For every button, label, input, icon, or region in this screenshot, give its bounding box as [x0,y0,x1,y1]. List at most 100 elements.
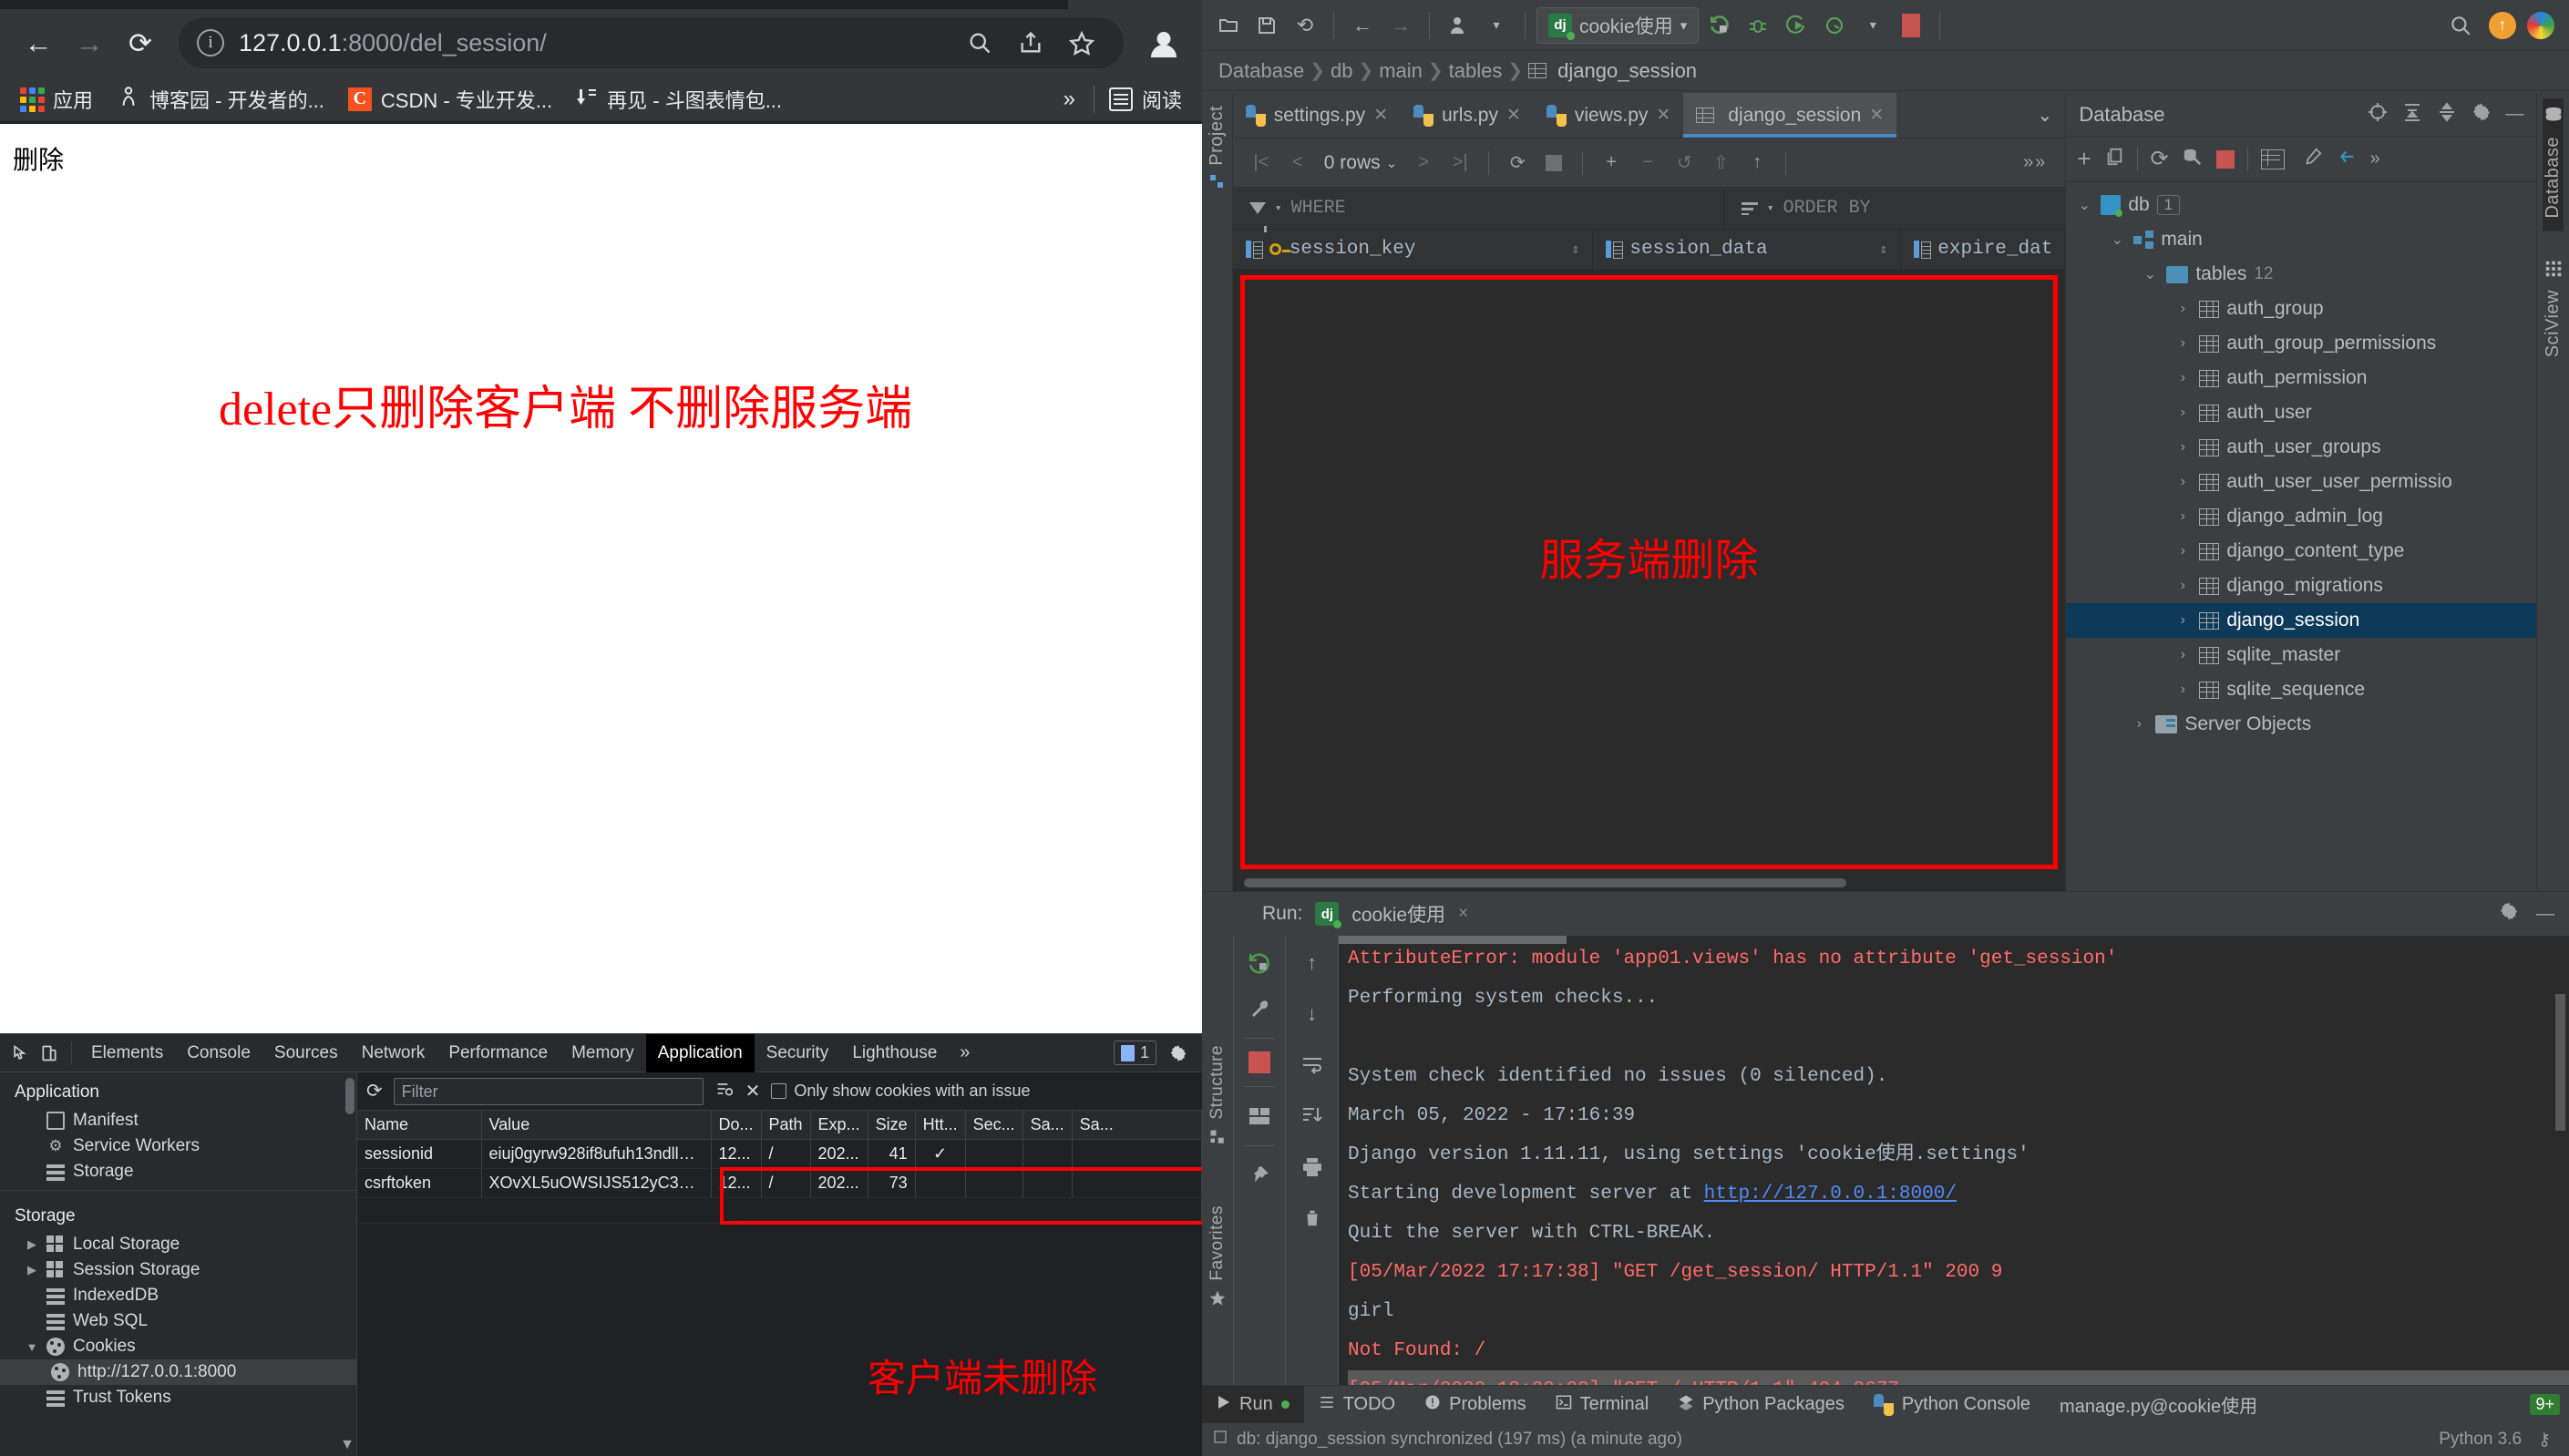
run-panel-tab-label[interactable]: cookie使用 [1351,900,1445,928]
tab-settings-py[interactable]: settings.py ✕ [1233,93,1401,138]
collapse-triangle-icon[interactable]: ▼ [26,1340,38,1354]
jump-to-icon[interactable] [2336,147,2358,172]
bookmark-doutu[interactable]: 再见 - 斗图表情包... [567,81,791,118]
upload-icon[interactable]: ↑ [1742,148,1773,179]
breadcrumb-main[interactable]: main [1379,59,1423,83]
search-icon[interactable] [956,19,1003,67]
devtools-more-tabs-button[interactable]: » [949,1042,981,1063]
stop-icon[interactable] [2215,149,2235,169]
expand-chevron-icon[interactable]: › [2130,716,2148,733]
edit-icon[interactable] [2303,147,2323,172]
grid-toolbar-more-icon[interactable]: »» [2023,152,2052,173]
commit-icon[interactable]: ⇧ [1705,148,1736,179]
db-tree-item-server-objects[interactable]: › Server Objects [2066,707,2536,742]
sync-icon[interactable]: ⟲ [1288,8,1322,43]
expand-chevron-icon[interactable]: › [2173,543,2192,559]
tab-django-session[interactable]: django_session ✕ [1683,93,1897,138]
close-icon[interactable]: ✕ [1373,105,1388,126]
db-tree-item-django-admin-log[interactable]: › django_admin_log [2066,499,2536,534]
stop-button[interactable] [1894,8,1928,43]
tab-views-py[interactable]: views.py ✕ [1534,93,1683,138]
tab-network[interactable]: Network [350,1034,437,1072]
back-arrow-icon[interactable]: ← [1345,8,1380,43]
status-tab-terminal[interactable]: Terminal [1541,1386,1664,1424]
coverage-icon[interactable] [1779,8,1814,43]
issues-badge[interactable]: 1 [1113,1041,1156,1065]
breadcrumb-tables[interactable]: tables [1449,59,1503,83]
expand-chevron-icon[interactable]: › [2173,370,2192,386]
tab-elements[interactable]: Elements [79,1034,175,1072]
tab-performance[interactable]: Performance [437,1034,560,1072]
db-tools-icon[interactable] [2182,147,2204,172]
prev-page-icon[interactable]: < [1282,148,1313,179]
db-tree-item-django-session[interactable]: › django_session [2066,603,2537,638]
tab-application[interactable]: Application [645,1033,755,1072]
last-page-icon[interactable]: >| [1444,148,1475,179]
tool-window-structure[interactable]: Structure [1207,1045,1228,1120]
open-folder-icon[interactable] [1211,8,1246,43]
sidebar-item-manifest[interactable]: Manifest [0,1108,356,1133]
device-toolbar-icon[interactable] [35,1039,64,1068]
status-tab-python-packages[interactable]: Python Packages [1663,1386,1859,1424]
col-value[interactable]: Value [481,1111,712,1140]
rows-count[interactable]: 0 rows ⌄ [1319,152,1403,174]
status-tab-python-console[interactable]: Python Console [1859,1386,2045,1424]
omnibox[interactable]: i 127.0.0.1:8000/del_session/ [179,17,1124,68]
vcs-caret-icon[interactable]: ▾ [1479,8,1514,43]
rerun-icon[interactable] [1243,947,1276,979]
sidebar-item-service-workers[interactable]: ⚙ Service Workers [0,1133,356,1159]
col-name[interactable]: Name [357,1111,482,1140]
up-arrow-icon[interactable]: ↑ [1296,947,1329,979]
expand-chevron-icon[interactable]: › [2173,612,2192,629]
inspect-element-icon[interactable] [5,1039,35,1068]
table-row[interactable]: csrftoken XOvXL5uOWSIJS512yC3xwClZ... 12… [357,1168,1202,1198]
wrench-icon[interactable] [1243,992,1276,1025]
sort-arrows-icon[interactable]: ⇕ [1879,241,1887,258]
status-tab-todo[interactable]: TODO [1304,1386,1410,1424]
tool-window-sciview[interactable]: SciView [2543,237,2564,357]
sidebar-item-storage[interactable]: Storage [0,1159,356,1184]
tab-security[interactable]: Security [755,1034,841,1072]
save-icon[interactable] [1249,8,1284,43]
db-tree-item-auth-group-permissions[interactable]: › auth_group_permissions [2066,326,2536,361]
column-expire-date[interactable]: expire_dat [1901,230,2066,269]
status-tab-run[interactable]: Run [1202,1385,1304,1424]
gear-icon[interactable] [2498,900,2520,928]
expand-chevron-icon[interactable]: › [2173,647,2192,663]
forward-arrow-icon[interactable]: → [1383,8,1418,43]
col-expires[interactable]: Exp... [810,1111,868,1140]
bookmarks-overflow-button[interactable]: » [1051,87,1088,112]
db-tree-item-auth-user-user-permissions[interactable]: › auth_user_user_permissio [2066,465,2536,499]
bookmark-cnblogs[interactable]: 博客园 - 开发者的... [108,81,334,118]
search-icon[interactable] [2443,8,2478,43]
gear-icon[interactable] [2471,101,2492,128]
scroll-down-arrow-icon[interactable]: ▼ [340,1437,355,1453]
stop-icon[interactable] [1249,1051,1270,1073]
expand-chevron-icon[interactable]: › [2173,301,2192,317]
lock-icon[interactable]: ⚷ [2538,1430,2551,1451]
grid-horizontal-scrollbar[interactable] [1243,878,1847,887]
tool-window-favorites[interactable]: Favorites [1207,1205,1228,1281]
breadcrumb-django-session[interactable]: django_session [1557,59,1697,83]
clear-filter-icon[interactable] [714,1080,735,1102]
expand-chevron-icon[interactable]: › [2173,405,2192,421]
db-tree-item-sqlite-sequence[interactable]: › sqlite_sequence [2066,672,2536,707]
sidebar-item-cookie-origin[interactable]: http://127.0.0.1:8000 [0,1359,356,1385]
reload-button[interactable]: ⟳ [115,17,166,68]
table-row[interactable]: sessionid eiuj0gyrw928if8ufuh13ndllsi49l… [357,1139,1202,1169]
remove-row-icon[interactable]: − [1632,148,1663,179]
close-icon[interactable]: ✕ [1869,105,1884,126]
expand-chevron-icon[interactable]: › [2173,578,2192,594]
run-icon[interactable] [1702,8,1737,43]
table-icon[interactable] [2260,149,2285,169]
console-server-link[interactable]: http://127.0.0.1:8000/ [1704,1184,1957,1205]
db-tree-item-main[interactable]: ⌄ main [2066,222,2536,257]
db-tree-item-db[interactable]: ⌄ db 1 [2066,188,2536,222]
col-samesite[interactable]: Sa... [1022,1111,1073,1140]
first-page-icon[interactable]: |< [1246,148,1277,179]
order-by-field[interactable]: ▾ ORDER BY [1725,188,1887,229]
expand-triangle-icon[interactable]: ▶ [26,1237,38,1252]
debug-bug-icon[interactable] [1741,8,1775,43]
tab-console[interactable]: Console [175,1034,262,1072]
db-tree-item-auth-user-groups[interactable]: › auth_user_groups [2066,430,2536,465]
